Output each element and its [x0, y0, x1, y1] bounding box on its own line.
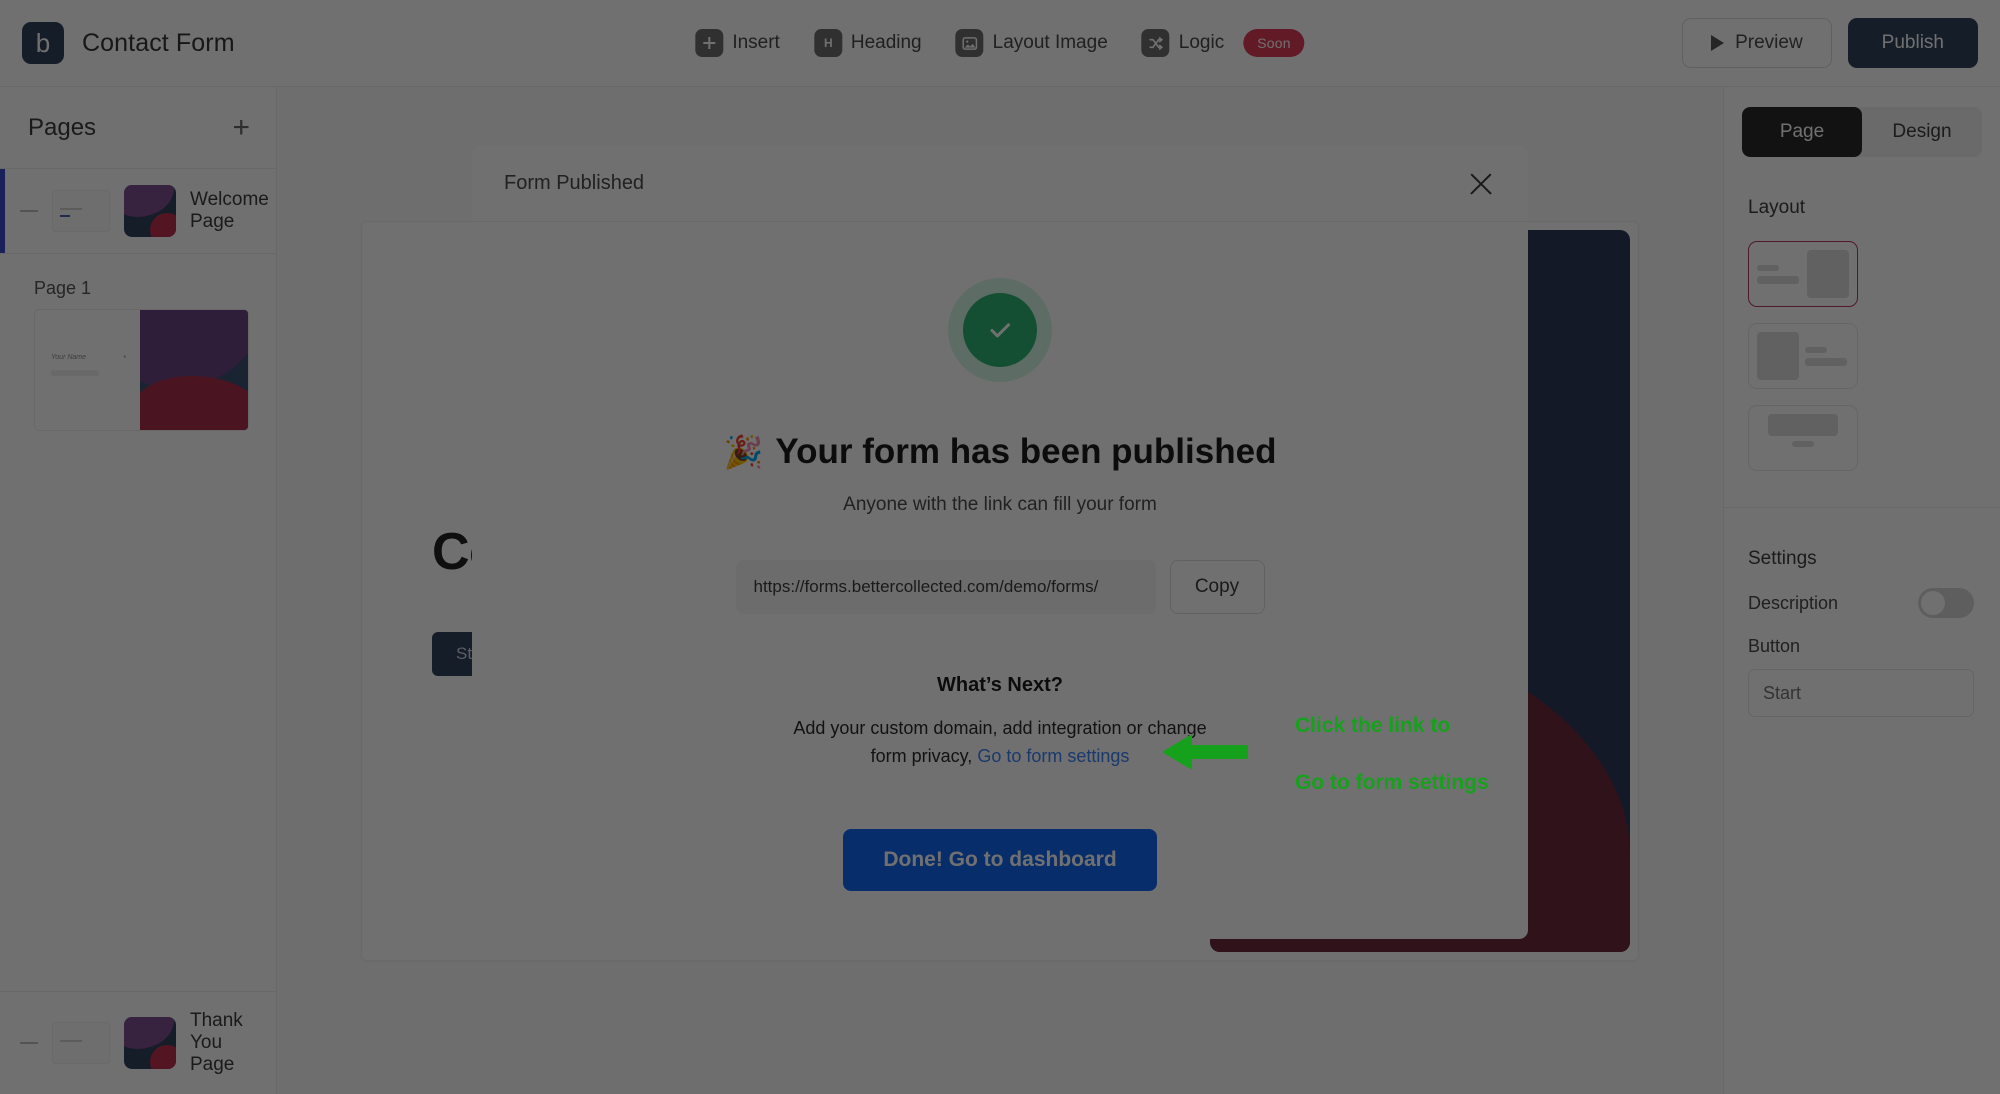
app-root: b Contact Form Insert H Heading	[0, 0, 2000, 1094]
modal-overlay[interactable]	[0, 0, 2000, 1094]
